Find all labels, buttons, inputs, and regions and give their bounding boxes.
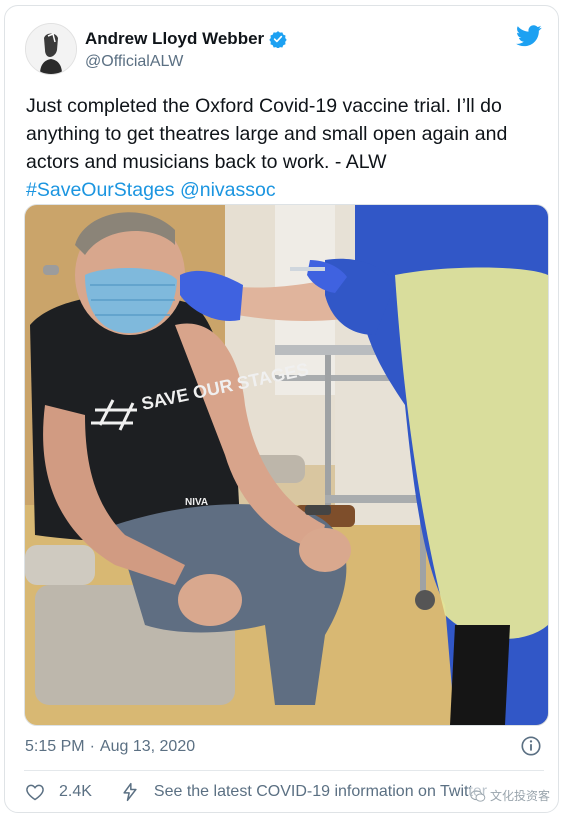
verified-badge-icon bbox=[269, 31, 287, 48]
meta-separator: · bbox=[89, 738, 95, 755]
tweet-actions: 2.4K See the latest COVID-19 information… bbox=[25, 782, 487, 802]
author-name[interactable]: Andrew Lloyd Webber bbox=[85, 29, 264, 49]
heart-icon[interactable] bbox=[25, 782, 45, 802]
tweet-time: 5:15 PM bbox=[25, 738, 85, 755]
wechat-icon bbox=[470, 789, 486, 802]
author-handle[interactable]: @OfficialALW bbox=[85, 53, 183, 71]
tweet-text: Just completed the Oxford Covid-19 vacci… bbox=[26, 92, 551, 204]
tweet-timestamp[interactable]: 5:15 PM · Aug 13, 2020 bbox=[25, 738, 195, 756]
tweet-date: Aug 13, 2020 bbox=[99, 738, 196, 755]
covid-info-link[interactable]: See the latest COVID-19 information on T… bbox=[154, 783, 487, 801]
lightning-icon bbox=[123, 782, 137, 802]
author-avatar[interactable] bbox=[25, 23, 77, 75]
portrait-avatar-icon bbox=[26, 24, 76, 74]
tweet-card[interactable]: Andrew Lloyd Webber @OfficialALW Just co… bbox=[4, 5, 559, 813]
vaccine-trial-photo: SAVE OUR STAGES NIVA bbox=[25, 205, 548, 725]
hashtag-link[interactable]: #SaveOurStages bbox=[26, 179, 175, 201]
shirt-logo-text: NIVA bbox=[185, 497, 208, 508]
twitter-bird-icon[interactable] bbox=[516, 25, 542, 47]
tweet-photo[interactable]: SAVE OUR STAGES NIVA bbox=[24, 204, 549, 726]
divider bbox=[24, 770, 544, 771]
watermark: 文化投资客 bbox=[469, 787, 550, 804]
watermark-text: 文化投资客 bbox=[489, 789, 550, 803]
mention-link[interactable]: @nivassoc bbox=[180, 179, 276, 201]
tweet-body: Just completed the Oxford Covid-19 vacci… bbox=[26, 95, 508, 173]
info-icon[interactable] bbox=[520, 735, 542, 757]
like-count[interactable]: 2.4K bbox=[59, 783, 92, 801]
